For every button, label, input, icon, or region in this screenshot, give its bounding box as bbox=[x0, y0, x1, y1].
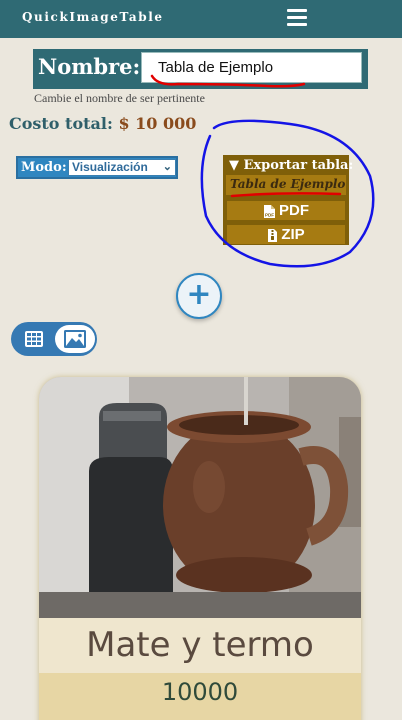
cost-label: Costo total: bbox=[9, 114, 113, 133]
cost-value: $ 10 000 bbox=[118, 114, 197, 133]
mode-label: Modo: bbox=[21, 160, 67, 175]
top-bar: QuickImageTable bbox=[0, 0, 402, 38]
chevron-down-icon: ⌄ bbox=[162, 161, 172, 173]
mode-dropdown[interactable]: Visualización ⌄ bbox=[68, 159, 176, 176]
zip-label: ZIP bbox=[281, 226, 305, 243]
grid-view-icon[interactable] bbox=[19, 329, 49, 349]
zip-file-icon bbox=[268, 228, 278, 242]
item-title: Mate y termo bbox=[86, 625, 314, 665]
table-name-input[interactable] bbox=[141, 52, 362, 83]
export-toggle[interactable]: ▼ Exportar tabla: bbox=[229, 158, 353, 173]
pdf-label: PDF bbox=[279, 202, 309, 219]
pdf-file-icon: PDF bbox=[264, 204, 275, 218]
item-photo[interactable] bbox=[39, 377, 361, 618]
svg-text:PDF: PDF bbox=[265, 212, 274, 217]
export-pdf-button[interactable]: PDF PDF bbox=[227, 201, 345, 220]
export-zip-button[interactable]: ZIP bbox=[227, 225, 345, 244]
app-title[interactable]: QuickImageTable bbox=[22, 10, 164, 24]
view-toggle bbox=[11, 322, 97, 356]
name-section: Nombre: bbox=[33, 49, 368, 89]
total-cost: Costo total: $ 10 000 bbox=[9, 114, 196, 133]
mode-selected-value: Visualización bbox=[72, 160, 148, 174]
export-panel: ▼ Exportar tabla: Tabla de Ejemplo PDF P… bbox=[223, 155, 353, 245]
item-price: 10000 bbox=[161, 678, 239, 706]
hamburger-menu-icon[interactable] bbox=[285, 7, 309, 29]
add-item-button[interactable]: + bbox=[176, 273, 222, 319]
mode-selector: Modo: Visualización ⌄ bbox=[16, 156, 178, 179]
name-hint: Cambie el nombre de ser pertinente bbox=[34, 91, 205, 105]
name-label: Nombre: bbox=[38, 54, 141, 79]
export-table-name: Tabla de Ejemplo bbox=[230, 177, 346, 191]
export-table-name-strip: Tabla de Ejemplo bbox=[226, 175, 346, 195]
item-card: Mate y termo 10000 bbox=[39, 377, 361, 720]
image-view-button[interactable] bbox=[55, 325, 95, 353]
image-icon bbox=[64, 330, 86, 348]
